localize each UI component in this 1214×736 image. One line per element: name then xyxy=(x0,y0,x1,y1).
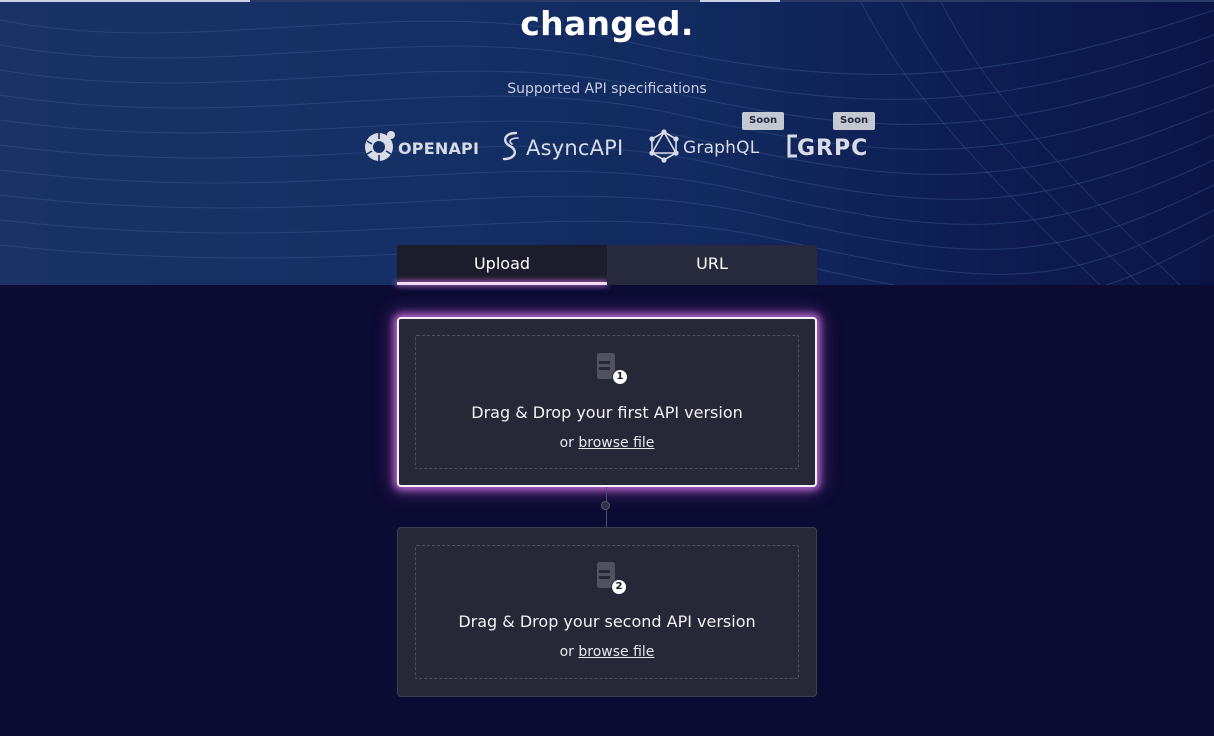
tab-url-label: URL xyxy=(696,254,728,273)
tab-url[interactable]: URL xyxy=(607,245,817,285)
tab-upload-label: Upload xyxy=(473,254,531,273)
connector-node xyxy=(601,501,610,510)
asyncapi-logo-icon xyxy=(498,130,522,166)
second-dropzone-subtitle: or browse file xyxy=(398,644,816,660)
first-dropzone-or-text: or xyxy=(559,435,574,451)
first-browse-file-link[interactable]: browse file xyxy=(578,435,654,451)
step-2-badge: 2 xyxy=(611,579,627,595)
graphql-logo-text: GraphQL xyxy=(683,138,760,158)
second-dropzone-or-text: or xyxy=(559,644,574,660)
first-dropzone-title: Drag & Drop your first API version xyxy=(471,403,743,422)
hero-headline: changed. xyxy=(520,4,694,43)
input-method-tabs: Upload URL xyxy=(397,245,817,285)
openapi-logo-text: OPENAPI xyxy=(398,138,480,158)
grpc-logo: GRPC xyxy=(785,130,868,166)
grpc-soon-badge: Soon xyxy=(833,112,876,130)
openapi-logo: OPENAPI xyxy=(362,130,479,166)
second-browse-file-link[interactable]: browse file xyxy=(578,644,654,660)
graphql-logo-icon xyxy=(648,129,680,167)
second-dropzone-title: Drag & Drop your second API version xyxy=(458,612,756,631)
asyncapi-logo-text: AsyncAPI xyxy=(526,136,624,160)
first-api-dropzone[interactable]: 1 Drag & Drop your first API version or … xyxy=(397,317,817,487)
graphql-logo: GraphQL xyxy=(648,129,760,167)
second-api-dropzone[interactable]: 2 Drag & Drop your second API version or… xyxy=(397,527,817,697)
tab-upload[interactable]: Upload xyxy=(397,245,607,285)
supported-specs-title: Supported API specifications xyxy=(507,81,707,97)
first-dropzone-subtitle: or browse file xyxy=(399,435,815,451)
graphql-soon-badge: Soon xyxy=(742,112,785,130)
top-progress-line xyxy=(0,0,1214,2)
step-1-badge: 1 xyxy=(612,369,628,385)
openapi-logo-icon xyxy=(362,129,396,167)
grpc-logo-text: GRPC xyxy=(797,135,869,161)
asyncapi-logo: AsyncAPI xyxy=(498,130,623,166)
active-tab-indicator xyxy=(397,282,607,285)
